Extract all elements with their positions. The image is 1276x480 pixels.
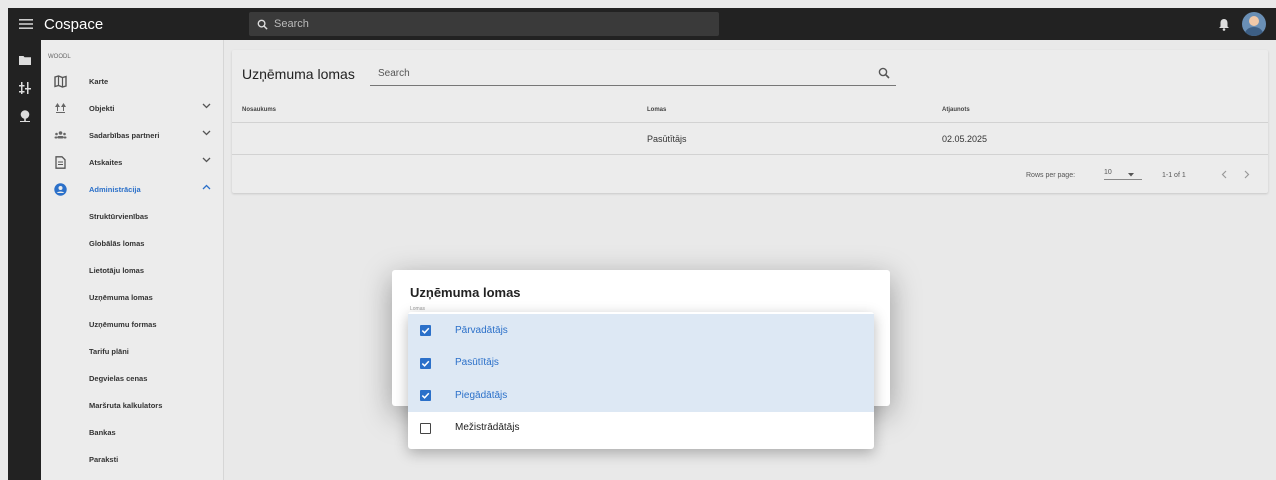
search-icon bbox=[257, 19, 268, 30]
notifications-bell-icon[interactable] bbox=[1218, 18, 1230, 31]
sidebar-item-label: Atskaites bbox=[89, 158, 123, 167]
rail-tools[interactable] bbox=[8, 76, 41, 100]
column-header-roles[interactable]: Lomas bbox=[647, 107, 666, 113]
cell-roles: Pasūtītājs bbox=[647, 134, 687, 144]
check-icon bbox=[421, 360, 430, 367]
partners-icon bbox=[54, 131, 67, 139]
hamburger-icon bbox=[19, 19, 33, 29]
search-icon bbox=[878, 67, 890, 79]
sidebar-item-label: Administrācija bbox=[89, 185, 141, 194]
sidebar-item-label: Sadarbības partneri bbox=[89, 131, 160, 140]
sidebar-subitem[interactable]: Degvielas cenas bbox=[41, 365, 223, 392]
user-avatar[interactable] bbox=[1242, 12, 1266, 36]
report-icon bbox=[55, 156, 66, 169]
folder-icon bbox=[18, 56, 31, 65]
role-option-pasutitajs[interactable]: Pasūtītājs bbox=[408, 346, 874, 379]
role-option-piegadatajs[interactable]: Piegādātājs bbox=[408, 379, 874, 412]
sidebar-item-karte[interactable]: Karte bbox=[41, 68, 223, 95]
table-row[interactable]: Pasūtītājs 02.05.2025 bbox=[232, 123, 1268, 155]
map-icon bbox=[54, 75, 67, 88]
option-label: Piegādātājs bbox=[455, 389, 508, 401]
sidebar-subitem[interactable]: Maršruta kalkulators bbox=[41, 392, 223, 419]
sidebar-item-label: Karte bbox=[89, 77, 109, 86]
table-pagination: Rows per page: 10 1-1 of 1 bbox=[232, 155, 1268, 193]
app-bar: Cospace Search bbox=[8, 8, 1276, 40]
option-label: Pasūtītājs bbox=[455, 357, 499, 369]
rail-folder[interactable] bbox=[8, 48, 41, 72]
check-icon bbox=[421, 327, 430, 334]
checkbox-checked[interactable] bbox=[420, 390, 431, 401]
roles-dropdown-menu: Pārvadātājs Pasūtītājs Piegādātājs Mežis… bbox=[408, 312, 874, 449]
app-frame: Cospace Search WOODL Karte Objekti Sadar… bbox=[0, 0, 1276, 480]
checkbox-checked[interactable] bbox=[420, 357, 431, 369]
chevron-up-icon bbox=[202, 184, 211, 190]
sidebar-subitem[interactable]: Globālās lomas bbox=[41, 230, 223, 257]
sidebar-subitem[interactable]: Tarifu plāni bbox=[41, 338, 223, 365]
sidebar-subitem[interactable]: Uzņēmuma lomas bbox=[41, 284, 223, 311]
role-option-parvadatajs[interactable]: Pārvadātājs bbox=[408, 314, 874, 347]
app-title: Cospace bbox=[44, 15, 104, 33]
sidebar-item-objekti[interactable]: Objekti bbox=[41, 95, 223, 122]
dialog-title: Uzņēmuma lomas bbox=[410, 285, 521, 300]
sidebar-subitem[interactable]: Uzņēmumu formas bbox=[41, 311, 223, 338]
option-label: Mežistrādātājs bbox=[455, 422, 520, 434]
table-header: Nosaukums Lomas Atjaunots bbox=[232, 98, 1268, 123]
forest-icon bbox=[55, 103, 66, 113]
sidebar-subitem[interactable]: Struktūrvienības bbox=[41, 203, 223, 230]
checkbox-checked[interactable] bbox=[420, 325, 431, 336]
checkbox-unchecked[interactable] bbox=[420, 422, 431, 434]
sidebar-subitem[interactable]: Bankas bbox=[41, 419, 223, 446]
column-header-name[interactable]: Nosaukums bbox=[242, 107, 276, 113]
sidebar-item-atskaites[interactable]: Atskaites bbox=[41, 149, 223, 176]
role-option-mezistradatajs[interactable]: Mežistrādātājs bbox=[408, 412, 874, 445]
pagination-range: 1-1 of 1 bbox=[1162, 172, 1186, 179]
sidebar-item-label: Objekti bbox=[89, 104, 115, 113]
sidebar-subitem[interactable]: Lietotāju lomas bbox=[41, 257, 223, 284]
sidebar: WOODL Karte Objekti Sadarbības partneri … bbox=[41, 40, 224, 480]
app-rail bbox=[8, 40, 41, 480]
sidebar-item-administracija[interactable]: Administrācija bbox=[41, 176, 223, 203]
account-circle-icon bbox=[54, 183, 67, 196]
option-label: Pārvadātājs bbox=[455, 324, 508, 336]
rows-per-page-value: 10 bbox=[1104, 169, 1112, 176]
chevron-down-icon bbox=[202, 130, 211, 136]
global-search-placeholder: Search bbox=[274, 18, 309, 30]
menu-button[interactable] bbox=[8, 8, 44, 40]
chevron-right-icon[interactable] bbox=[1244, 170, 1250, 179]
column-header-updated[interactable]: Atjaunots bbox=[942, 107, 970, 113]
check-icon bbox=[421, 392, 430, 399]
table-search-placeholder: Search bbox=[378, 68, 410, 79]
rail-forest[interactable] bbox=[8, 104, 41, 128]
rows-per-page-label: Rows per page: bbox=[1026, 172, 1076, 179]
chevron-down-icon bbox=[202, 157, 211, 163]
roles-table-card: Uzņēmuma lomas Search Nosaukums Lomas At… bbox=[232, 50, 1268, 193]
cell-updated: 02.05.2025 bbox=[942, 134, 988, 144]
sidebar-item-sadarbibas-partneri[interactable]: Sadarbības partneri bbox=[41, 122, 223, 149]
page-title: Uzņēmuma lomas bbox=[242, 66, 355, 82]
rows-per-page-select[interactable]: 10 bbox=[1104, 169, 1142, 180]
tools-icon bbox=[18, 82, 31, 94]
sidebar-subitem[interactable]: Paraksti bbox=[41, 446, 223, 473]
global-search-input[interactable]: Search bbox=[249, 12, 719, 36]
chevron-down-icon bbox=[202, 103, 211, 109]
table-search-input[interactable]: Search bbox=[370, 62, 896, 86]
organization-label: WOODL bbox=[48, 54, 71, 60]
chevron-left-icon[interactable] bbox=[1221, 170, 1227, 179]
tree-icon bbox=[19, 110, 30, 122]
dropdown-arrow-icon bbox=[1128, 173, 1134, 177]
